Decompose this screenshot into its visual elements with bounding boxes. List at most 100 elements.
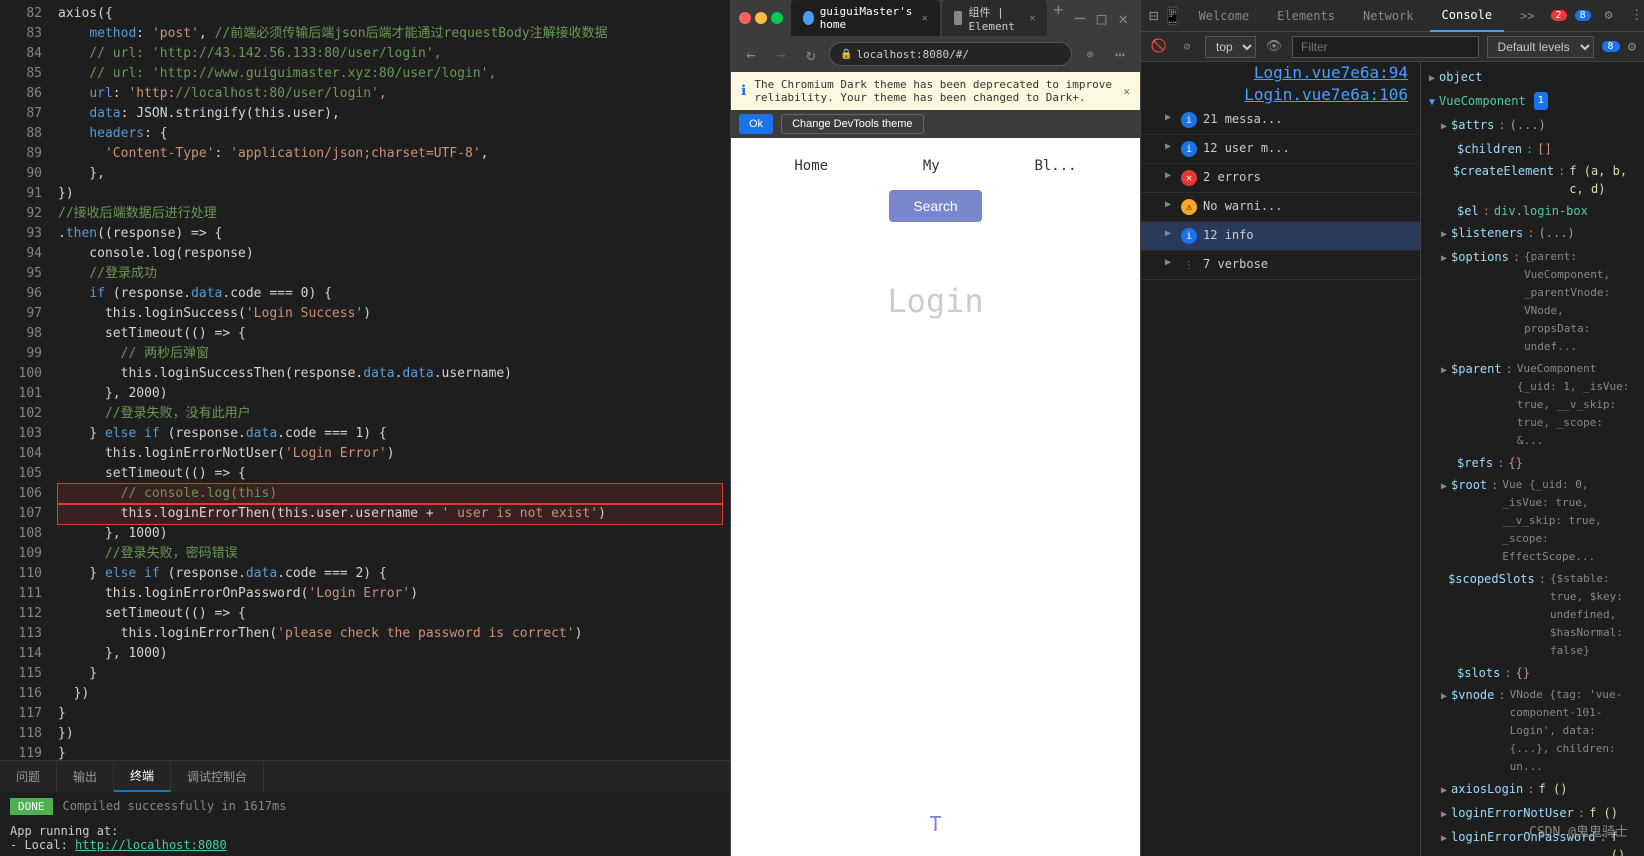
compile-bar: DONE Compiled successfully in 1617ms [0, 792, 730, 820]
url-text: localhost:8080/#/ [856, 48, 969, 61]
options-key: $options [1451, 248, 1509, 266]
tab-welcome[interactable]: Welcome [1187, 0, 1262, 32]
expand-lerror[interactable]: ▶ [1441, 806, 1447, 824]
browser-tab-element[interactable]: 组件 | Element ✕ [942, 0, 1048, 37]
tab-problems[interactable]: 问题 [0, 761, 57, 792]
dock-side-icon[interactable]: ⋮ [1627, 6, 1644, 26]
tab-terminal[interactable]: 终端 [114, 761, 171, 792]
detail-parent: ▶ $parent : VueComponent {_uid: 1, _isVu… [1421, 358, 1644, 452]
eye-icon[interactable]: 👁 [1264, 37, 1284, 57]
tab-network[interactable]: Network [1351, 0, 1426, 32]
msg-21-messages[interactable]: ▶ i 21 messa... [1141, 106, 1420, 135]
filter-icon[interactable]: ⊘ [1177, 37, 1197, 57]
refresh-btn[interactable]: ↻ [799, 42, 823, 66]
close-notification-btn[interactable]: ✕ [1123, 85, 1130, 98]
msg-no-warn[interactable]: ▶ ⚠ No warni... [1141, 193, 1420, 222]
code-line: this.loginSuccessThen(response.data.data… [58, 364, 722, 384]
refs-key: $refs [1457, 454, 1493, 472]
nav-my[interactable]: My [923, 158, 940, 174]
vue-component-label: VueComponent [1439, 92, 1526, 110]
tab-more[interactable]: >> [1508, 0, 1546, 32]
line-number: 109 [0, 544, 42, 564]
browser-tab-element-label: 组件 | Element [968, 4, 1023, 33]
nav-home[interactable]: Home [794, 158, 828, 174]
vnode-key: $vnode [1451, 686, 1494, 704]
url-bar[interactable]: 🔒 localhost:8080/#/ [829, 42, 1072, 66]
notification-icon: ℹ [741, 83, 746, 99]
expand-vue[interactable]: ▼ [1429, 94, 1435, 112]
clear-console-icon[interactable]: 🚫 [1149, 37, 1169, 57]
win-close-icon[interactable]: ✕ [1118, 9, 1128, 28]
msg-2-errors[interactable]: ▶ ✕ 2 errors [1141, 164, 1420, 193]
nav-bl[interactable]: Bl... [1034, 158, 1076, 174]
win-max-icon[interactable]: □ [1097, 9, 1107, 28]
tab-debug[interactable]: 调试控制台 [171, 761, 264, 792]
expand-vnode[interactable]: ▶ [1441, 688, 1447, 706]
info-icon: i [1181, 228, 1197, 244]
level-selector[interactable]: Default levels [1487, 36, 1594, 58]
login-link-1[interactable]: Login.vue7e6a:94 [1254, 64, 1408, 82]
tab-output[interactable]: 输出 [57, 761, 114, 792]
code-line: setTimeout(() => { [58, 464, 722, 484]
browser-tab-element-close[interactable]: ✕ [1029, 13, 1035, 24]
line-number: 110 [0, 564, 42, 584]
msg-7-verbose[interactable]: ▶ ⋮ 7 verbose [1141, 251, 1420, 280]
vue-badge: 1 [1534, 92, 1548, 110]
msg-12-user[interactable]: ▶ i 12 user m... [1141, 135, 1420, 164]
extensions-btn[interactable]: ⊕ [1078, 42, 1102, 66]
colon: : [1504, 664, 1511, 682]
scroll-indicator: T [929, 812, 941, 836]
app-running-label: App running at: [10, 824, 118, 838]
line-number: 118 [0, 724, 42, 744]
vnode-val: VNode {tag: 'vue-component-101-Login', d… [1510, 686, 1636, 776]
expand-object[interactable]: ▶ [1429, 70, 1435, 88]
detail-axios-login: ▶ axiosLogin : f () [1421, 778, 1644, 802]
dock-icon[interactable]: ⊟ [1149, 6, 1159, 26]
forward-btn: → [769, 42, 793, 66]
createelement-val: f (a, b, c, d) [1569, 162, 1636, 198]
code-line: this.loginErrorNotUser('Login Error') [58, 444, 722, 464]
code-line: //登录成功 [58, 264, 722, 284]
search-button[interactable]: Search [889, 190, 981, 222]
expand-root[interactable]: ▶ [1441, 478, 1447, 496]
mobile-icon[interactable]: 📱 [1163, 6, 1183, 26]
browser-controls [739, 12, 783, 24]
devtools-toolbar: ⊟ 📱 Welcome Elements Network Console >> … [1141, 0, 1644, 32]
msg-text: 7 verbose [1203, 257, 1412, 271]
browser-close-btn[interactable] [739, 12, 751, 24]
login-link-2[interactable]: Login.vue7e6a:106 [1244, 86, 1408, 104]
ok-btn[interactable]: Ok [739, 114, 773, 134]
expand-attrs[interactable]: ▶ [1441, 118, 1447, 136]
expand-listeners[interactable]: ▶ [1441, 226, 1447, 244]
new-tab-btn[interactable]: + [1049, 0, 1067, 37]
browser-tab-home[interactable]: guiguiMaster's home ✕ [791, 0, 940, 37]
expand-axios[interactable]: ▶ [1441, 782, 1447, 800]
colon: : [1539, 570, 1546, 588]
detail-attrs: ▶ $attrs : (...) [1421, 114, 1644, 138]
tab-elements[interactable]: Elements [1265, 0, 1347, 32]
win-min-icon[interactable]: ─ [1075, 9, 1085, 28]
expand-parent[interactable]: ▶ [1441, 362, 1447, 380]
local-url[interactable]: http://localhost:8080 [75, 838, 227, 852]
line-number: 114 [0, 644, 42, 664]
line-number: 106 [0, 484, 42, 504]
msg-12-info[interactable]: ▶ i 12 info [1141, 222, 1420, 251]
filter-input[interactable] [1292, 36, 1479, 58]
console-settings-icon[interactable]: ⚙ [1628, 39, 1636, 55]
settings-icon[interactable]: ⚙ [1599, 6, 1619, 26]
line-number: 93 [0, 224, 42, 244]
context-selector[interactable]: top [1205, 36, 1256, 58]
expand-options[interactable]: ▶ [1441, 250, 1447, 268]
children-val: [] [1537, 140, 1551, 158]
code-line: setTimeout(() => { [58, 324, 722, 344]
browser-min-btn[interactable] [755, 12, 767, 24]
colon: : [1498, 686, 1505, 704]
expand-lpassword[interactable]: ▶ [1441, 830, 1447, 848]
back-btn[interactable]: ← [739, 42, 763, 66]
more-btn[interactable]: ⋯ [1108, 42, 1132, 66]
change-devtools-theme-btn[interactable]: Change DevTools theme [781, 114, 923, 134]
browser-max-btn[interactable] [771, 12, 783, 24]
tab-console[interactable]: Console [1430, 0, 1505, 32]
code-line: this.loginErrorThen(this.user.username +… [58, 504, 722, 524]
browser-tab-home-close[interactable]: ✕ [922, 13, 928, 24]
